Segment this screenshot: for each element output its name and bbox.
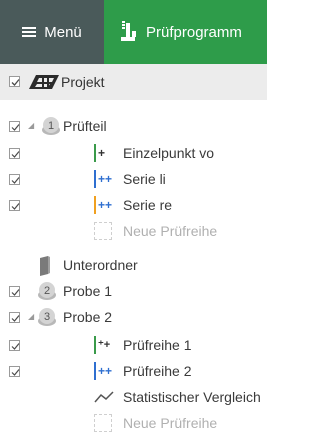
- single-point-icon: +: [94, 144, 114, 162]
- tree-item-label: Neue Prüfreihe: [123, 223, 218, 239]
- tree-item-einzelpunkt[interactable]: + Einzelpunkt vo: [0, 141, 267, 166]
- series-icon: ++: [94, 170, 114, 188]
- tree-item-statistischer-vergleich[interactable]: Statistischer Vergleich: [0, 385, 267, 410]
- menu-label: Menü: [44, 23, 82, 41]
- project-checkbox[interactable]: [9, 76, 20, 87]
- part-number-badge-icon: 2: [38, 282, 56, 300]
- menu-button[interactable]: Menü: [0, 0, 104, 64]
- series-icon: ⁺+: [94, 336, 114, 354]
- tree-item-unterordner[interactable]: Unterordner: [0, 253, 267, 278]
- hamburger-icon: [22, 27, 37, 37]
- checkbox[interactable]: [9, 200, 20, 211]
- svg-text:2: 2: [44, 285, 50, 297]
- svg-text:1: 1: [48, 120, 54, 132]
- tree-item-label: Serie li: [123, 171, 166, 187]
- program-label: Prüfprogramm: [146, 23, 242, 41]
- project-label: Projekt: [61, 74, 105, 90]
- inspection-program-icon: [121, 21, 136, 41]
- tree-item-label: Serie re: [123, 197, 173, 213]
- svg-text:3: 3: [44, 311, 50, 323]
- tree-item-new-series[interactable]: Neue Prüfreihe: [0, 411, 267, 436]
- folder-icon: [40, 256, 50, 276]
- checkbox[interactable]: [9, 174, 20, 185]
- top-bar: Menü Prüfprogramm: [0, 0, 267, 64]
- tree-item-serie-li[interactable]: ++ Serie li: [0, 167, 267, 192]
- tree-item-serie-re[interactable]: ++ Serie re: [0, 193, 267, 218]
- tree-item-label: Probe 2: [63, 309, 113, 325]
- tree-item-label: Prüfreihe 2: [123, 363, 192, 379]
- collapse-caret-icon[interactable]: ◢: [28, 121, 34, 130]
- part-number-badge-icon: 1: [42, 117, 60, 135]
- pruefprogramm-button[interactable]: Prüfprogramm: [104, 0, 267, 64]
- tree-item-probe-2[interactable]: ◢ 3 Probe 2: [0, 305, 267, 330]
- checkbox[interactable]: [9, 148, 20, 159]
- checkbox[interactable]: [9, 121, 20, 132]
- tree-item-label: Statistischer Vergleich: [123, 389, 261, 405]
- checkbox[interactable]: [9, 366, 20, 377]
- series-icon: ++: [94, 362, 114, 380]
- tree-item-label: Prüfreihe 1: [123, 337, 192, 353]
- tree-item-label: Einzelpunkt vo: [123, 145, 215, 161]
- part-number-badge-icon: 3: [38, 308, 56, 326]
- tree-item-label: Neue Prüfreihe: [123, 415, 218, 431]
- project-row[interactable]: Projekt: [0, 64, 267, 100]
- tree-item-probe-1[interactable]: 2 Probe 1: [0, 279, 267, 304]
- tree-item-pruefreihe-1[interactable]: ⁺+ Prüfreihe 1: [0, 333, 267, 358]
- checkbox[interactable]: [9, 340, 20, 351]
- tree-item-new-series[interactable]: Neue Prüfreihe: [0, 219, 267, 244]
- project-logo-icon: [29, 75, 59, 89]
- trend-chart-icon: [94, 391, 114, 403]
- tree-item-label: Unterordner: [63, 257, 138, 273]
- tree-item-label: Probe 1: [63, 283, 113, 299]
- new-item-placeholder-icon: [94, 222, 112, 240]
- tree-item-label: Prüfteil: [63, 118, 107, 134]
- tree-item-pruefreihe-2[interactable]: ++ Prüfreihe 2: [0, 359, 267, 384]
- tree-item-pruefteil[interactable]: ◢ 1 Prüfteil: [0, 114, 267, 139]
- collapse-caret-icon[interactable]: ◢: [28, 312, 34, 321]
- checkbox[interactable]: [9, 286, 20, 297]
- checkbox[interactable]: [9, 312, 20, 323]
- new-item-placeholder-icon: [94, 414, 112, 432]
- series-icon: ++: [94, 196, 114, 214]
